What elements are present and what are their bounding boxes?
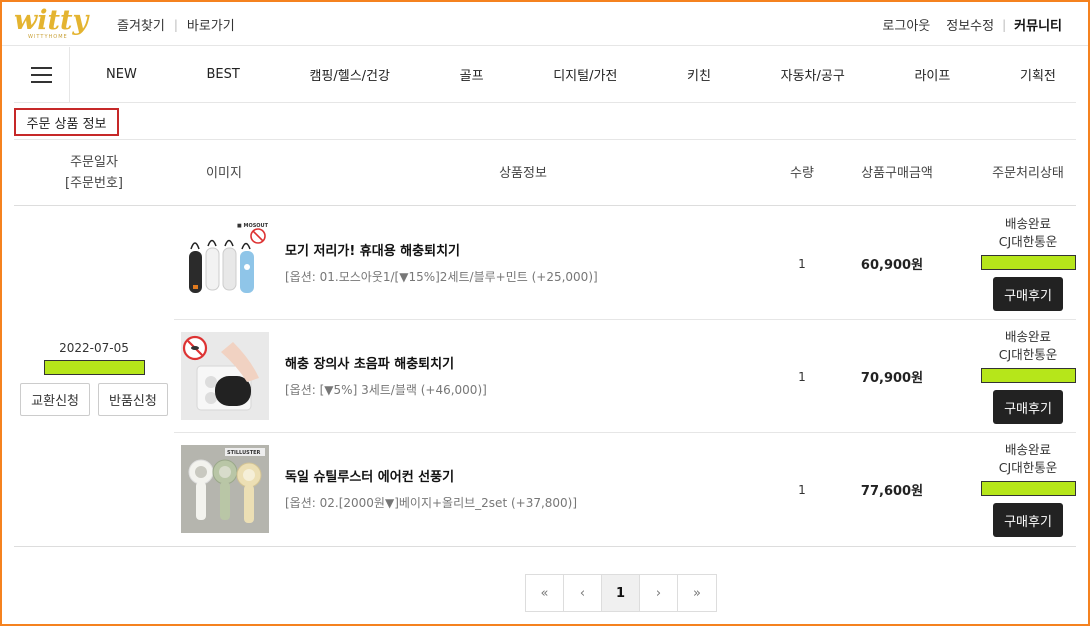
- table-bottom-border: [14, 546, 1076, 547]
- exchange-request-button[interactable]: 교환신청: [20, 383, 90, 416]
- svg-text:■ MOSOUT: ■ MOSOUT: [237, 223, 269, 229]
- status-label: 배송완료: [1004, 329, 1051, 344]
- nav-item-new[interactable]: NEW: [106, 67, 137, 82]
- quantity: 1: [798, 369, 806, 384]
- order-status: 배송완료 CJ대한통운 구매후기: [980, 215, 1076, 311]
- product-name[interactable]: 독일 슈틸루스터 에어컨 선풍기: [285, 466, 454, 485]
- product-name[interactable]: 모기 저리가! 휴대용 해충퇴치기: [285, 240, 460, 259]
- price: 70,900원: [860, 371, 924, 386]
- nav-item-special[interactable]: 기획전: [1020, 65, 1056, 84]
- nav-item-car-tools[interactable]: 자동차/공구: [781, 65, 845, 84]
- product-image[interactable]: STILLUSTER: [181, 445, 269, 533]
- redacted-tracking-number: [980, 481, 1076, 496]
- separator: |: [173, 17, 178, 32]
- nav-item-camping[interactable]: 캠핑/헬스/건강: [309, 65, 390, 84]
- next-page-icon[interactable]: ›: [640, 575, 678, 611]
- status-label: 배송완료: [1004, 442, 1051, 457]
- table-row: 해충 장의사 초음파 해충퇴치기 [옵션: [▼5%] 3세트/블랙 (+46,…: [174, 320, 1076, 433]
- svg-text:STILLUSTER: STILLUSTER: [227, 450, 261, 456]
- logout-link[interactable]: 로그아웃: [882, 15, 930, 34]
- redacted-order-number: [43, 360, 145, 375]
- product-option: [옵션: [▼5%] 3세트/블랙 (+46,000)]: [285, 383, 487, 397]
- nav-item-best[interactable]: BEST: [206, 67, 239, 82]
- header-price: 상품구매금액: [861, 165, 933, 181]
- section-title: 주문 상품 정보: [14, 108, 119, 136]
- main-nav: NEW BEST 캠핑/헬스/건강 골프 디지털/가전 키친 자동차/공구 라이…: [14, 47, 1076, 103]
- product-option: [옵션: 02.[2000원▼]베이지+올리브_2set (+37,800)]: [285, 496, 578, 510]
- nav-item-golf[interactable]: 골프: [460, 65, 484, 84]
- order-date-cell: 2022-07-05 교환신청 반품신청: [14, 207, 174, 546]
- header-order-number-label: [주문번호]: [65, 176, 123, 191]
- bookmark-link[interactable]: 즐겨찾기: [117, 15, 165, 34]
- community-link[interactable]: 커뮤니티: [1014, 15, 1062, 34]
- svg-text:witty: witty: [14, 5, 90, 36]
- status-label: 배송완료: [1004, 216, 1051, 231]
- courier-label: CJ대한통운: [998, 234, 1058, 249]
- first-page-icon[interactable]: «: [526, 575, 564, 611]
- edit-info-link[interactable]: 정보수정: [946, 15, 994, 34]
- nav-item-digital[interactable]: 디지털/가전: [553, 65, 617, 84]
- product-name[interactable]: 해충 장의사 초음파 해충퇴치기: [285, 353, 454, 372]
- nav-item-life[interactable]: 라이프: [914, 65, 950, 84]
- table-header: 주문일자 [주문번호] 이미지 상품정보 수량 상품구매금액 주문처리상태: [14, 140, 1076, 206]
- page-number-current[interactable]: 1: [602, 575, 640, 611]
- order-status: 배송완료 CJ대한통운 구매후기: [980, 328, 1076, 424]
- write-review-button[interactable]: 구매후기: [993, 277, 1063, 311]
- courier-label: CJ대한통운: [998, 460, 1058, 475]
- top-right-links: 로그아웃 정보수정 | 커뮤니티: [882, 15, 1062, 35]
- order-actions: 교환신청 반품신청: [20, 383, 168, 416]
- redacted-tracking-number: [980, 255, 1076, 270]
- quantity: 1: [798, 482, 806, 497]
- svg-text:WITTYHOME: WITTYHOME: [28, 34, 68, 40]
- header-order-date: 주문일자 [주문번호]: [14, 140, 174, 206]
- witty-logo[interactable]: witty WITTYHOME: [14, 4, 94, 40]
- logo-graphic: witty WITTYHOME: [14, 5, 90, 40]
- product-image[interactable]: [181, 332, 269, 420]
- nav-items: NEW BEST 캠핑/헬스/건강 골프 디지털/가전 키친 자동차/공구 라이…: [106, 47, 1076, 102]
- header-product-info: 상품정보: [499, 165, 547, 181]
- header-date-label: 주문일자: [70, 155, 118, 170]
- quantity: 1: [798, 256, 806, 271]
- nav-item-kitchen[interactable]: 키친: [687, 65, 711, 84]
- top-bar: witty WITTYHOME 즐겨찾기 | 바로가기 로그아웃 정보수정 | …: [0, 0, 1090, 46]
- prev-page-icon[interactable]: ‹: [564, 575, 602, 611]
- product-image[interactable]: ■ MOSOUT: [181, 219, 269, 307]
- table-row: STILLUSTER 독일 슈틸루스터 에어컨 선풍기 [옵션: 02.[200…: [174, 433, 1076, 546]
- pagination: « ‹ 1 › »: [525, 574, 717, 612]
- return-request-button[interactable]: 반품신청: [98, 383, 168, 416]
- header-image: 이미지: [206, 165, 242, 181]
- shortcut-link[interactable]: 바로가기: [187, 15, 235, 34]
- top-left-links: 즐겨찾기 | 바로가기: [117, 15, 235, 35]
- order-status: 배송완료 CJ대한통운 구매후기: [980, 441, 1076, 537]
- price: 60,900원: [860, 258, 924, 273]
- last-page-icon[interactable]: »: [678, 575, 716, 611]
- product-option: [옵션: 01.모스아웃1/[▼15%]2세트/블루+민트 (+25,000)]: [285, 270, 598, 284]
- table-row: ■ MOSOUT 모기 저리가! 휴대용 해충퇴치기 [옵션: 01.모스아웃1…: [174, 207, 1076, 320]
- hamburger-icon[interactable]: [14, 47, 70, 102]
- write-review-button[interactable]: 구매후기: [993, 390, 1063, 424]
- redacted-tracking-number: [980, 368, 1076, 383]
- write-review-button[interactable]: 구매후기: [993, 503, 1063, 537]
- order-date: 2022-07-05: [59, 341, 129, 355]
- separator: |: [1002, 17, 1007, 32]
- header-quantity: 수량: [790, 165, 814, 181]
- courier-label: CJ대한통운: [998, 347, 1058, 362]
- price: 77,600원: [860, 484, 924, 499]
- header-status: 주문처리상태: [992, 165, 1064, 181]
